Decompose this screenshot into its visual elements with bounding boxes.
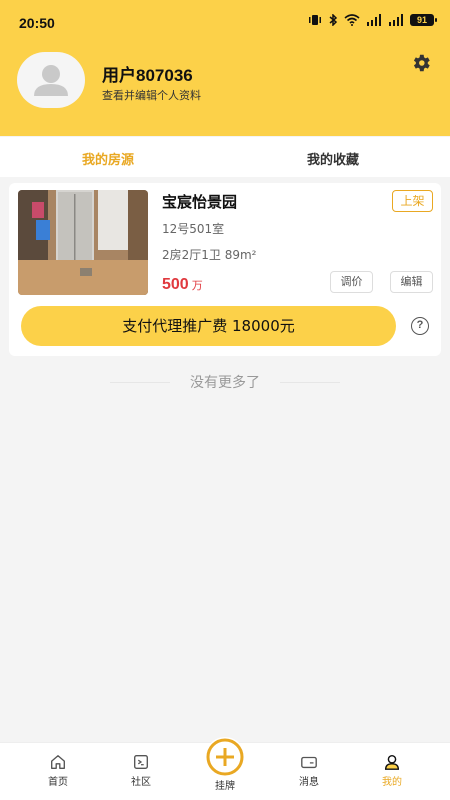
- wifi-icon: [344, 14, 360, 26]
- listing-title[interactable]: 宝宸怡景园: [162, 191, 237, 212]
- status-bar: 20:50 91: [0, 0, 450, 44]
- bottom-nav: 首页 社区 挂牌 消息 我的: [0, 737, 450, 800]
- nav-label-list-property: 挂牌: [215, 781, 235, 792]
- pay-promotion-fee-button[interactable]: 支付代理推广费 18000元: [21, 306, 396, 346]
- home-icon: [51, 755, 65, 769]
- help-icon[interactable]: ?: [411, 317, 429, 335]
- listing-card[interactable]: 宝宸怡景园 上架 12号501室 2房2厅1卫 89m² 500 万 调价 编辑 …: [9, 183, 441, 356]
- status-badge: 上架: [392, 190, 433, 212]
- nav-item-home[interactable]: 首页: [28, 743, 88, 800]
- nav-label-home: 首页: [48, 777, 68, 788]
- nav-label-mine: 我的: [382, 777, 402, 788]
- avatar[interactable]: [17, 52, 85, 108]
- edit-profile-link[interactable]: 查看并编辑个人资料: [102, 87, 201, 103]
- list-end-text: 没有更多了: [190, 375, 260, 391]
- signal-5g-icon: [389, 14, 403, 26]
- nav-item-list-property[interactable]: 挂牌: [195, 737, 255, 800]
- tab-my-favorites[interactable]: 我的收藏: [307, 149, 359, 168]
- nav-label-messages: 消息: [299, 777, 319, 788]
- username[interactable]: 用户807036: [102, 61, 193, 86]
- signal-icon: [367, 14, 381, 26]
- message-icon: [301, 756, 317, 769]
- status-time: 20:50: [19, 15, 55, 31]
- community-icon: [134, 755, 148, 769]
- nav-item-community[interactable]: 社区: [111, 743, 171, 800]
- divider-right: [280, 382, 340, 383]
- plus-button-bg: [205, 737, 245, 777]
- status-icons: 91: [308, 14, 437, 26]
- price-value: 500: [162, 276, 189, 293]
- default-avatar-icon: [34, 65, 68, 96]
- profile-header: 20:50 91 用户807036 查看并编辑个人资料: [0, 0, 450, 136]
- plus-circle-icon: [206, 738, 244, 776]
- nav-item-mine[interactable]: 我的: [362, 743, 422, 800]
- adjust-price-button[interactable]: 调价: [330, 271, 373, 293]
- listing-photo[interactable]: [18, 190, 148, 295]
- listing-room: 12号501室: [162, 222, 225, 236]
- gear-icon[interactable]: [410, 52, 432, 74]
- nav-item-messages[interactable]: 消息: [279, 743, 339, 800]
- listing-layout: 2房2厅1卫 89m²: [162, 248, 257, 262]
- tab-my-listings[interactable]: 我的房源: [82, 149, 134, 168]
- person-icon: [384, 754, 400, 770]
- listing-tabs: 我的房源 我的收藏: [0, 137, 450, 177]
- vibrate-icon: [309, 15, 321, 25]
- battery-icon: 91: [410, 14, 437, 26]
- edit-listing-button[interactable]: 编辑: [390, 271, 433, 293]
- price-unit: 万: [191, 279, 203, 292]
- listing-price: 500 万: [162, 274, 203, 294]
- nav-label-community: 社区: [131, 777, 151, 788]
- bluetooth-icon: [329, 14, 338, 26]
